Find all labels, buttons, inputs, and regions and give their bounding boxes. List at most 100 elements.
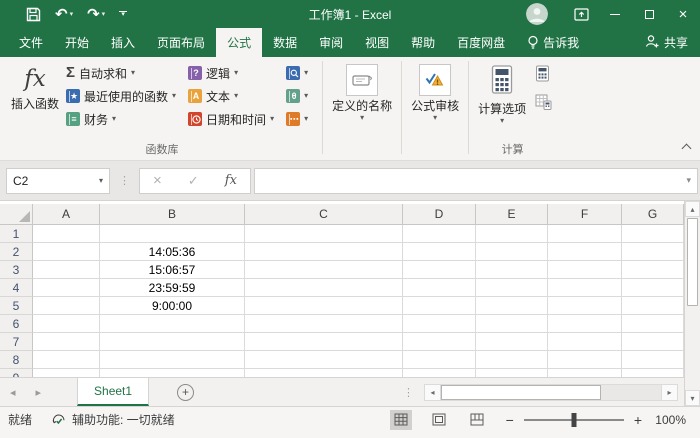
cell-D3[interactable]: [403, 261, 476, 279]
lookup-reference-button[interactable]: ▾: [284, 64, 310, 82]
cell-F8[interactable]: [548, 351, 622, 369]
column-header-A[interactable]: A: [33, 204, 100, 224]
tab-formulas[interactable]: 公式: [216, 28, 262, 57]
tab-home[interactable]: 开始: [54, 28, 100, 57]
enter-icon[interactable]: ✓: [188, 173, 199, 189]
date-time-dropdown-icon[interactable]: ▾: [270, 115, 274, 123]
row-header-6[interactable]: 6: [0, 315, 33, 333]
tab-tell-me[interactable]: 告诉我: [516, 28, 590, 57]
cell-E1[interactable]: [476, 225, 548, 243]
cell-F6[interactable]: [548, 315, 622, 333]
cell-G2[interactable]: [622, 243, 684, 261]
zoom-slider[interactable]: [524, 419, 624, 421]
cell-D6[interactable]: [403, 315, 476, 333]
normal-view-button[interactable]: [390, 410, 412, 430]
tab-review[interactable]: 审阅: [308, 28, 354, 57]
cell-B7[interactable]: [100, 333, 245, 351]
cell-E6[interactable]: [476, 315, 548, 333]
page-layout-view-button[interactable]: [428, 410, 450, 430]
text-functions-button[interactable]: A 文本 ▾: [186, 87, 276, 105]
cell-E2[interactable]: [476, 243, 548, 261]
column-header-E[interactable]: E: [476, 204, 548, 224]
formula-input[interactable]: ▾: [254, 168, 698, 194]
calculation-options-button[interactable]: 计算选项 ▾: [473, 60, 531, 125]
zoom-slider-thumb[interactable]: [571, 413, 576, 427]
tab-view[interactable]: 视图: [354, 28, 400, 57]
column-header-D[interactable]: D: [403, 204, 476, 224]
horizontal-scrollbar[interactable]: ◂ ▸: [424, 384, 678, 401]
cell-E9[interactable]: [476, 369, 548, 377]
close-button[interactable]: ×: [666, 0, 700, 28]
formula-auditing-button[interactable]: 公式审核 ▾: [406, 60, 464, 122]
cell-D9[interactable]: [403, 369, 476, 377]
autosum-button[interactable]: Σ 自动求和 ▾: [64, 64, 178, 82]
cell-B5[interactable]: 9:00:00: [100, 297, 245, 315]
cell-C3[interactable]: [245, 261, 403, 279]
cell-G9[interactable]: [622, 369, 684, 377]
cell-A5[interactable]: [33, 297, 100, 315]
cell-G1[interactable]: [622, 225, 684, 243]
cell-E8[interactable]: [476, 351, 548, 369]
cell-G6[interactable]: [622, 315, 684, 333]
column-header-F[interactable]: F: [548, 204, 622, 224]
cell-F2[interactable]: [548, 243, 622, 261]
name-box-dropdown-icon[interactable]: ▾: [99, 177, 103, 185]
cell-C2[interactable]: [245, 243, 403, 261]
insert-function-fx-icon[interactable]: fx: [225, 173, 237, 188]
formula-bar-expand-icon[interactable]: ▾: [686, 175, 691, 186]
maximize-button[interactable]: [632, 0, 666, 28]
cell-G5[interactable]: [622, 297, 684, 315]
cell-D8[interactable]: [403, 351, 476, 369]
more-functions-dropdown-icon[interactable]: ▾: [304, 115, 308, 123]
undo-button[interactable]: ↶▾: [55, 7, 73, 22]
cell-C9[interactable]: [245, 369, 403, 377]
date-time-button[interactable]: 日期和时间 ▾: [186, 110, 276, 128]
cell-C1[interactable]: [245, 225, 403, 243]
undo-dropdown-icon[interactable]: ▾: [70, 10, 74, 18]
row-header-7[interactable]: 7: [0, 333, 33, 351]
cell-B3[interactable]: 15:06:57: [100, 261, 245, 279]
recent-dropdown-icon[interactable]: ▾: [172, 92, 176, 100]
cell-B1[interactable]: [100, 225, 245, 243]
logical-button[interactable]: ? 逻辑 ▾: [186, 64, 276, 82]
row-header-8[interactable]: 8: [0, 351, 33, 369]
tab-baidu-netdisk[interactable]: 百度网盘: [446, 28, 516, 57]
row-header-1[interactable]: 1: [0, 225, 33, 243]
tab-insert[interactable]: 插入: [100, 28, 146, 57]
row-header-5[interactable]: 5: [0, 297, 33, 315]
cell-G8[interactable]: [622, 351, 684, 369]
row-header-9[interactable]: 9: [0, 369, 33, 377]
insert-function-button[interactable]: fx 插入函数: [6, 60, 64, 111]
redo-button[interactable]: ↷▾: [87, 7, 105, 22]
financial-dropdown-icon[interactable]: ▾: [112, 115, 116, 123]
row-header-2[interactable]: 2: [0, 243, 33, 261]
cell-E7[interactable]: [476, 333, 548, 351]
cell-D4[interactable]: [403, 279, 476, 297]
scroll-right-icon[interactable]: ▸: [661, 384, 678, 401]
cell-C6[interactable]: [245, 315, 403, 333]
column-header-C[interactable]: C: [245, 204, 403, 224]
row-header-4[interactable]: 4: [0, 279, 33, 297]
scroll-up-icon[interactable]: ▴: [685, 201, 700, 217]
financial-button[interactable]: ≡ 财务 ▾: [64, 110, 178, 128]
more-functions-button[interactable]: ⋯ ▾: [284, 110, 310, 128]
cell-D2[interactable]: [403, 243, 476, 261]
vertical-scrollbar[interactable]: ▴ ▾: [684, 201, 700, 406]
cell-G4[interactable]: [622, 279, 684, 297]
defined-names-button[interactable]: 定义的名称 ▾: [327, 60, 397, 122]
horizontal-scrollbar-thumb[interactable]: [441, 385, 601, 400]
math-trig-button[interactable]: θ ▾: [284, 87, 310, 105]
row-header-3[interactable]: 3: [0, 261, 33, 279]
cell-A4[interactable]: [33, 279, 100, 297]
strip-separator-dots[interactable]: ⋮: [403, 386, 414, 399]
cell-A2[interactable]: [33, 243, 100, 261]
cell-B4[interactable]: 23:59:59: [100, 279, 245, 297]
save-icon[interactable]: [26, 7, 41, 22]
tab-help[interactable]: 帮助: [400, 28, 446, 57]
logical-dropdown-icon[interactable]: ▾: [234, 69, 238, 77]
minimize-button[interactable]: [598, 0, 632, 28]
scroll-down-icon[interactable]: ▾: [685, 390, 700, 406]
tab-file[interactable]: 文件: [8, 28, 54, 57]
cell-E5[interactable]: [476, 297, 548, 315]
cell-A7[interactable]: [33, 333, 100, 351]
